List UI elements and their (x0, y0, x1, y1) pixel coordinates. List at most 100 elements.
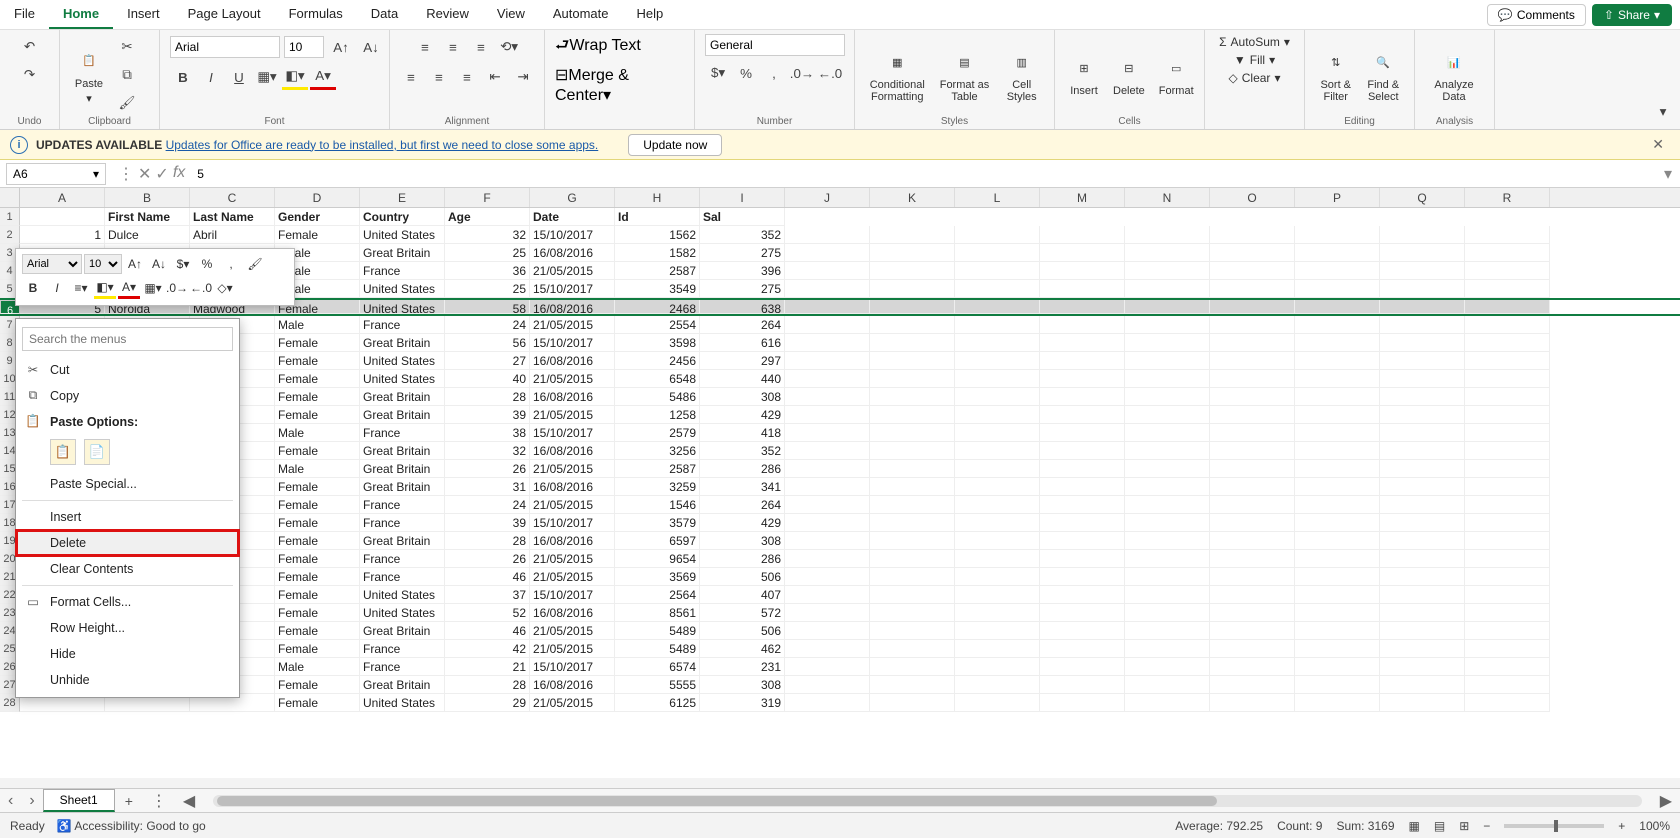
cell[interactable] (1210, 424, 1295, 442)
cell[interactable]: 264 (700, 496, 785, 514)
menu-insert[interactable]: Insert (113, 0, 174, 29)
cell[interactable]: 21/05/2015 (530, 406, 615, 424)
mini-percent[interactable]: % (196, 253, 218, 275)
cell[interactable] (1295, 316, 1380, 334)
cell[interactable] (1380, 658, 1465, 676)
cell[interactable]: 39 (445, 406, 530, 424)
orientation-button[interactable]: ⟲▾ (496, 34, 522, 60)
context-paste-special[interactable]: Paste Special... (16, 471, 239, 497)
cell[interactable] (1465, 604, 1550, 622)
cell[interactable]: 275 (700, 280, 785, 298)
cell[interactable]: Female (275, 640, 360, 658)
cell[interactable] (1380, 676, 1465, 694)
cell[interactable]: 21 (445, 658, 530, 676)
cells-delete-button[interactable]: ⊟Delete (1109, 51, 1149, 99)
menu-home[interactable]: Home (49, 0, 113, 29)
cell[interactable] (785, 442, 870, 460)
undo-button[interactable]: ↶ (17, 34, 43, 60)
cell[interactable]: 5555 (615, 676, 700, 694)
header-cell[interactable]: Id (615, 208, 700, 226)
mini-align[interactable]: ≡▾ (70, 277, 92, 299)
mini-bold[interactable]: B (22, 277, 44, 299)
cell[interactable] (1125, 424, 1210, 442)
cell[interactable]: 15/10/2017 (530, 334, 615, 352)
cell[interactable]: 42 (445, 640, 530, 658)
cell[interactable] (1465, 442, 1550, 460)
cell[interactable]: Female (275, 694, 360, 712)
column-header-D[interactable]: D (275, 188, 360, 207)
menu-data[interactable]: Data (357, 0, 412, 29)
cell[interactable]: Female (275, 406, 360, 424)
cell[interactable] (1295, 550, 1380, 568)
cell[interactable]: 16/08/2016 (530, 442, 615, 460)
cell[interactable] (870, 514, 955, 532)
cell[interactable] (955, 532, 1040, 550)
cell[interactable] (1295, 676, 1380, 694)
font-name-select[interactable] (170, 36, 280, 58)
cell[interactable] (1210, 496, 1295, 514)
cell[interactable] (870, 406, 955, 424)
cell[interactable]: 46 (445, 622, 530, 640)
cell[interactable] (955, 460, 1040, 478)
cell[interactable]: 308 (700, 676, 785, 694)
cell[interactable] (1040, 300, 1125, 314)
menu-file[interactable]: File (0, 0, 49, 29)
cell[interactable]: 21/05/2015 (530, 694, 615, 712)
cell[interactable] (1465, 532, 1550, 550)
cell[interactable] (785, 478, 870, 496)
cell[interactable]: 286 (700, 550, 785, 568)
column-header-G[interactable]: G (530, 188, 615, 207)
wrap-text-button[interactable]: ⮐Wrap Text (555, 34, 641, 61)
cell[interactable]: 31 (445, 478, 530, 496)
cell[interactable] (1380, 496, 1465, 514)
context-format-cells[interactable]: ▭Format Cells... (16, 589, 239, 615)
cell[interactable] (1040, 694, 1125, 712)
cell[interactable]: 16/08/2016 (530, 478, 615, 496)
cell[interactable] (785, 244, 870, 262)
cell[interactable] (870, 604, 955, 622)
cell[interactable] (1040, 622, 1125, 640)
cell[interactable]: 52 (445, 604, 530, 622)
cell[interactable] (1210, 244, 1295, 262)
cell[interactable] (1380, 568, 1465, 586)
menu-formulas[interactable]: Formulas (275, 0, 357, 29)
cell[interactable] (1380, 532, 1465, 550)
comments-button[interactable]: 💬Comments (1487, 4, 1586, 26)
cell[interactable]: Female (275, 442, 360, 460)
sheet-list-button[interactable]: ⋮ (143, 791, 175, 811)
cell[interactable] (1465, 550, 1550, 568)
cell[interactable]: 25 (445, 244, 530, 262)
cell[interactable] (1040, 586, 1125, 604)
cell[interactable] (1040, 262, 1125, 280)
column-header-K[interactable]: K (870, 188, 955, 207)
bold-button[interactable]: B (170, 64, 196, 90)
cell[interactable]: France (360, 550, 445, 568)
cell[interactable]: 8561 (615, 604, 700, 622)
cell[interactable]: 24 (445, 316, 530, 334)
increase-decimal-button[interactable]: .0→ (789, 60, 815, 86)
cell[interactable] (1210, 442, 1295, 460)
align-top-button[interactable]: ≡ (412, 34, 438, 60)
cell[interactable]: 2564 (615, 586, 700, 604)
cell[interactable]: Female (275, 532, 360, 550)
column-header-E[interactable]: E (360, 188, 445, 207)
cell[interactable] (1040, 334, 1125, 352)
cell[interactable]: United States (360, 226, 445, 244)
accounting-format-button[interactable]: $▾ (705, 60, 731, 86)
increase-font-button[interactable]: A↑ (328, 34, 354, 60)
cell[interactable] (1040, 442, 1125, 460)
cell[interactable] (1465, 406, 1550, 424)
cell[interactable] (1380, 352, 1465, 370)
cell[interactable]: 462 (700, 640, 785, 658)
cell[interactable]: 16/08/2016 (530, 352, 615, 370)
zoom-level[interactable]: 100% (1639, 819, 1670, 833)
column-header-Q[interactable]: Q (1380, 188, 1465, 207)
cell[interactable]: 16/08/2016 (530, 388, 615, 406)
header-cell[interactable]: Country (360, 208, 445, 226)
clear-button[interactable]: ◇Clear▾ (1225, 70, 1285, 86)
cell[interactable]: 2554 (615, 316, 700, 334)
cell[interactable]: 3569 (615, 568, 700, 586)
underline-button[interactable]: U (226, 64, 252, 90)
italic-button[interactable]: I (198, 64, 224, 90)
cell[interactable]: 21/05/2015 (530, 316, 615, 334)
